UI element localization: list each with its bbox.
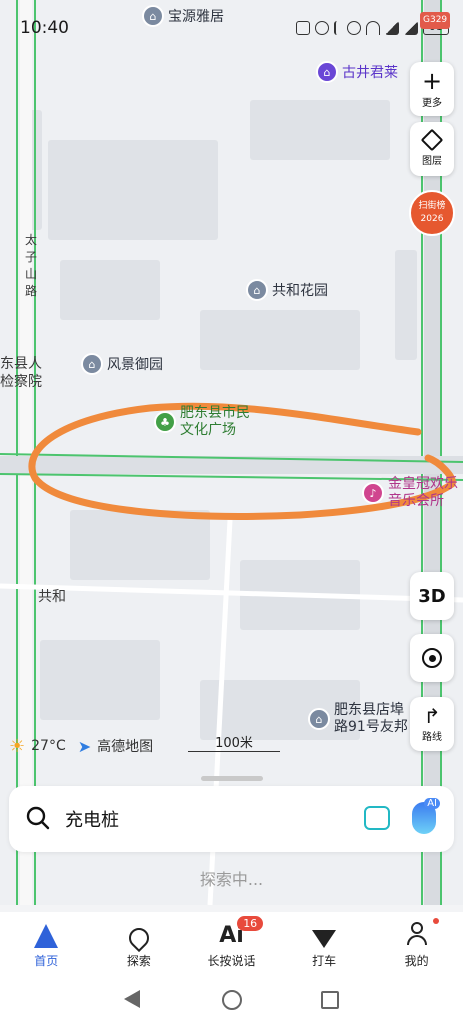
weather-temp: 27°C — [31, 738, 66, 754]
tab-profile[interactable]: 我的 — [370, 912, 463, 976]
home-icon[interactable] — [222, 990, 242, 1010]
poi-label: 肥东县市民 文化广场 — [180, 405, 250, 439]
location-pin-icon — [124, 920, 154, 952]
system-nav-bar — [0, 976, 463, 1024]
residence-icon: ⌂ — [308, 708, 330, 730]
status-time: 10:40 — [20, 18, 69, 38]
navigation-arrow-icon — [34, 920, 59, 948]
poi-baoyuan[interactable]: ⌂ 宝源雅居 — [142, 5, 224, 27]
amap-logo-icon: ➤ — [77, 736, 92, 756]
signal-icon — [385, 21, 399, 35]
route-button[interactable]: ↱ 路线 — [410, 697, 454, 751]
poi-label: 古井君莱 — [342, 65, 398, 81]
layers-button[interactable]: 图层 — [410, 122, 454, 176]
hotel-icon: ⌂ — [316, 61, 338, 83]
tab-label: 首页 — [34, 953, 59, 968]
poi-label: 肥东县店埠 路91号友邦 — [334, 702, 408, 736]
map-roads — [0, 0, 463, 905]
tab-label: 探索 — [126, 953, 151, 968]
layers-icon — [420, 128, 444, 151]
recents-icon[interactable] — [321, 991, 339, 1009]
poi-gujing[interactable]: ⌂ 古井君莱 — [316, 61, 398, 83]
drag-handle[interactable] — [201, 776, 263, 781]
locate-button[interactable] — [410, 634, 454, 682]
ai-badge: AI — [424, 798, 440, 809]
poi-label-line: 路91号友邦 — [334, 719, 408, 735]
amap-home-screen: 10:40 91 ⌂ 宝源雅居 ⌂ 古井君莱 太子山路 ⌂ 共和花园 — [0, 0, 463, 1024]
poi-fengjing[interactable]: ⌂ 风景御园 — [81, 353, 163, 375]
poi-label-line: 文化广场 — [180, 422, 236, 438]
poi-label-procuratorate-1: 东县人 — [0, 356, 42, 372]
signal-icon — [404, 21, 418, 35]
tab-label: 我的 — [404, 953, 429, 968]
alarm-icon — [315, 21, 329, 35]
wifi-icon — [366, 21, 380, 35]
notification-badge: 16 — [237, 916, 264, 931]
poi-store[interactable]: ⌂ 肥东县店埠 路91号友邦 — [308, 702, 408, 736]
tab-home[interactable]: 首页 — [0, 912, 93, 976]
locate-icon-dot — [428, 654, 436, 662]
poi-label-line: 音乐会所 — [388, 493, 444, 509]
map-view[interactable]: 10:40 91 ⌂ 宝源雅居 ⌂ 古井君莱 太子山路 ⌂ 共和花园 — [0, 0, 463, 905]
tab-taxi[interactable]: 打车 — [278, 912, 371, 976]
bottom-tab-bar: 首页 探索 Ai 16 长按说话 打车 我的 — [0, 912, 463, 976]
person-icon — [406, 920, 427, 948]
back-icon[interactable] — [124, 990, 140, 1008]
poi-label: 共和花园 — [272, 283, 328, 299]
area-label-gonghe: 共和 — [38, 589, 66, 605]
search-text: 充电桩 — [65, 810, 119, 831]
nfc-icon — [296, 21, 310, 35]
residence-icon: ⌂ — [142, 5, 164, 27]
residence-icon: ⌂ — [81, 353, 103, 375]
poi-label-line: 肥东县店埠 — [334, 702, 404, 718]
karaoke-icon: ♪ — [362, 482, 384, 504]
poi-label-procuratorate-2: 检察院 — [0, 374, 42, 390]
bluetooth-icon — [334, 21, 342, 35]
camera-scan-icon[interactable] — [364, 806, 390, 830]
layers-label: 图层 — [422, 155, 442, 167]
searching-status: 探索中... — [199, 870, 264, 889]
more-label: 更多 — [422, 97, 442, 109]
weather-brand-row: ☀ 27°C ➤ 高德地图 — [9, 734, 153, 758]
residence-icon: ⌂ — [246, 279, 268, 301]
brand-label: 高德地图 — [97, 739, 154, 755]
status-bar: 10:40 91 — [0, 0, 463, 58]
poi-gonghe-garden[interactable]: ⌂ 共和花园 — [246, 279, 328, 301]
poi-label-line: 肥东县市民 — [180, 405, 250, 421]
more-button[interactable]: + 更多 — [410, 62, 454, 116]
tab-label: 长按说话 — [207, 953, 256, 968]
tab-voice[interactable]: Ai 16 长按说话 — [185, 912, 278, 976]
locate-icon — [422, 648, 442, 668]
location-icon — [347, 21, 361, 35]
3d-label: 3D — [418, 585, 446, 607]
poi-label: 宝源雅居 — [168, 9, 224, 25]
poi-label-line: 金皇冠欢乐 — [388, 476, 458, 492]
road-label-taizishan: 太子山路 — [25, 233, 38, 298]
poi-label: 风景御园 — [107, 357, 163, 373]
hot-list-label: 扫街榜 — [418, 201, 446, 211]
search-icon — [26, 806, 50, 830]
poi-plaza[interactable]: ♣ 肥东县市民 文化广场 — [154, 405, 250, 439]
notification-dot — [432, 918, 439, 924]
hot-list-year: 2026 — [420, 214, 444, 224]
search-bar[interactable]: 充电桩 AI — [9, 786, 454, 852]
poi-jinhuang[interactable]: ♪ 金皇冠欢乐 音乐会所 — [362, 476, 458, 510]
poi-label: 金皇冠欢乐 音乐会所 — [388, 476, 458, 510]
route-icon: ↱ — [423, 703, 441, 728]
tab-explore[interactable]: 探索 — [93, 912, 186, 976]
route-label: 路线 — [422, 731, 442, 743]
sun-icon: ☀ — [9, 735, 26, 757]
tab-label: 打车 — [312, 953, 337, 968]
park-icon: ♣ — [154, 411, 176, 433]
road-shield-g329: G329 — [420, 12, 451, 29]
hot-list-button[interactable]: 扫街榜 2026 — [409, 190, 455, 236]
plus-icon: + — [421, 66, 443, 95]
map-scale: 100米 — [188, 737, 280, 752]
taxi-icon — [312, 920, 337, 948]
3d-button[interactable]: 3D — [410, 572, 454, 620]
